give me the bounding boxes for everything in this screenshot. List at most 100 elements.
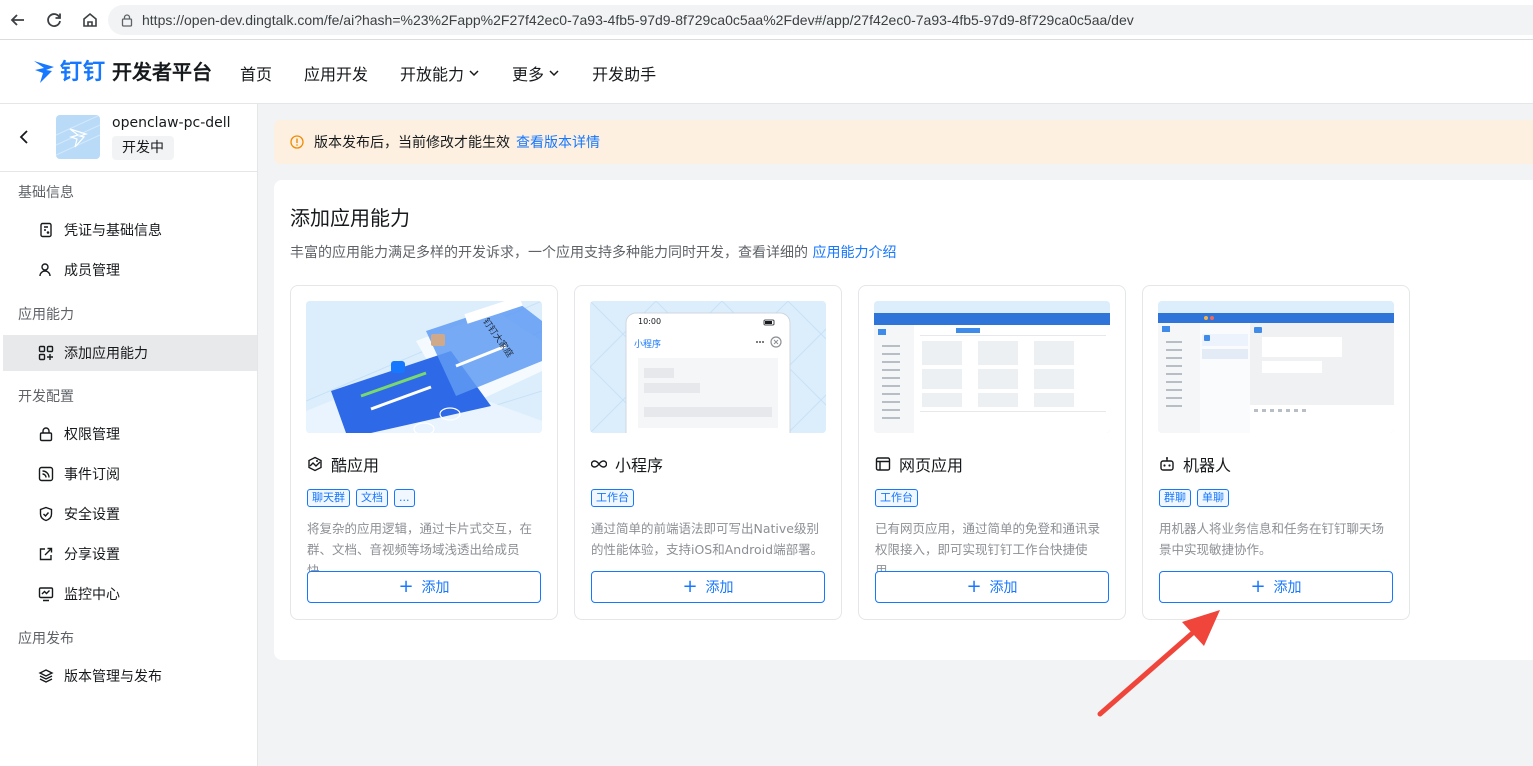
- user-icon: [39, 263, 51, 277]
- nav-dev-assistant[interactable]: 开发助手: [592, 61, 656, 85]
- sidebar-item-security[interactable]: 安全设置: [0, 496, 257, 532]
- info-circle-icon: [290, 135, 304, 149]
- nav-dev-assistant-label: 开发助手: [592, 65, 657, 84]
- shield-icon: [39, 506, 53, 522]
- nav-home[interactable]: 首页: [240, 61, 272, 85]
- sidebar-item-credentials[interactable]: 凭证与基础信息: [0, 212, 257, 248]
- capability-card-miniprogram[interactable]: 10:00 小程序 小程序 工作台 通过简单的前端语法即可写出Native级别的…: [574, 285, 842, 620]
- capability-card-cool-app[interactable]: 钉钉大家庭 酷应用 聊天群 文档 ... 将复杂的应用逻辑，通过卡片式交互，在群…: [290, 285, 558, 620]
- chevron-down-icon: [469, 70, 479, 77]
- plus-icon: +: [398, 576, 414, 597]
- plus-icon: +: [966, 576, 982, 597]
- capability-panel: 添加应用能力 丰富的应用能力满足多样的开发诉求，一个应用支持多种能力同时开发，查…: [274, 180, 1533, 660]
- plus-icon: +: [682, 576, 698, 597]
- capability-card-robot[interactable]: 机器人 群聊 单聊 用机器人将业务信息和任务在钉钉聊天场景中实现敏捷协作。 + …: [1142, 285, 1410, 620]
- add-button-label: 添加: [421, 580, 450, 596]
- home-icon[interactable]: [78, 8, 102, 32]
- sidebar-item-label: 安全设置: [64, 507, 120, 523]
- add-robot-button[interactable]: + 添加: [1159, 571, 1393, 603]
- address-bar[interactable]: https://open-dev.dingtalk.com/fe/ai?hash…: [108, 5, 1533, 35]
- group-dev-config: 开发配置: [18, 389, 74, 405]
- page-description: 丰富的应用能力满足多样的开发诉求，一个应用支持多种能力同时开发，查看详细的 应用…: [290, 242, 896, 262]
- group-release: 应用发布: [18, 631, 74, 647]
- dingtalk-logo-icon: [34, 61, 54, 83]
- card-title: 酷应用: [307, 452, 379, 476]
- back-arrow-icon[interactable]: [6, 8, 30, 32]
- nav-open-capability[interactable]: 开放能力: [400, 61, 480, 85]
- web-app-preview-image: [874, 301, 1110, 433]
- card-title: 机器人: [1159, 452, 1231, 476]
- add-button-label: 添加: [705, 580, 734, 596]
- nav-more[interactable]: 更多: [512, 61, 560, 85]
- app-status-badge: 开发中: [112, 136, 174, 160]
- sidebar-item-permissions[interactable]: 权限管理: [0, 416, 257, 452]
- web-app-icon: [875, 457, 891, 471]
- back-chevron-icon[interactable]: [16, 128, 34, 146]
- phone-time: 10:00: [638, 317, 662, 326]
- sidebar-item-events[interactable]: 事件订阅: [0, 456, 257, 492]
- phone-title: 小程序: [634, 340, 662, 350]
- sidebar-item-label: 凭证与基础信息: [64, 223, 162, 239]
- tag-list: 群聊 单聊: [1159, 489, 1235, 507]
- reload-icon[interactable]: [42, 8, 66, 32]
- top-header: 钉钉 开发者平台 首页 应用开发 开放能力 更多 开发助手: [0, 40, 1533, 104]
- tag-list: 聊天群 文档 ...: [307, 489, 421, 507]
- view-version-details-link[interactable]: 查看版本详情: [516, 132, 600, 152]
- card-title-text: 网页应用: [899, 456, 964, 475]
- sidebar-item-monitor[interactable]: 监控中心: [0, 576, 257, 612]
- group-capability: 应用能力: [18, 307, 74, 323]
- nav-app-dev[interactable]: 应用开发: [304, 61, 368, 85]
- nav-more-label: 更多: [512, 65, 545, 84]
- top-nav: 首页 应用开发 开放能力 更多 开发助手: [240, 61, 688, 85]
- sidebar-item-versions[interactable]: 版本管理与发布: [0, 658, 257, 694]
- card-title: 小程序: [591, 452, 663, 476]
- tag: 工作台: [875, 489, 918, 507]
- capability-card-web-app[interactable]: 网页应用 工作台 已有网页应用，通过简单的免登和通讯录权限接入，即可实现钉钉工作…: [858, 285, 1126, 620]
- card-description: 用机器人将业务信息和任务在钉钉聊天场景中实现敏捷协作。: [1159, 521, 1385, 557]
- app-header: openclaw-pc-dell 开发中: [0, 104, 258, 172]
- site-info-icon[interactable]: [120, 13, 134, 27]
- capability-intro-link[interactable]: 应用能力介绍: [812, 245, 896, 261]
- tag: 群聊: [1159, 489, 1191, 507]
- add-button-label: 添加: [1273, 580, 1302, 596]
- logo-text: 钉钉: [60, 60, 107, 85]
- add-button-label: 添加: [989, 580, 1018, 596]
- add-cool-app-button[interactable]: + 添加: [307, 571, 541, 603]
- sidebar-item-label: 权限管理: [64, 427, 120, 443]
- app-name: openclaw-pc-dell: [112, 115, 231, 131]
- card-title: 网页应用: [875, 452, 963, 476]
- browser-toolbar: https://open-dev.dingtalk.com/fe/ai?hash…: [0, 0, 1533, 40]
- add-miniprogram-button[interactable]: + 添加: [591, 571, 825, 603]
- nav-open-capability-label: 开放能力: [400, 65, 465, 84]
- sidebar: openclaw-pc-dell 开发中 基础信息 凭证与基础信息 成员管理 应…: [0, 104, 258, 766]
- plus-icon: +: [1250, 576, 1266, 597]
- platform-title: 开发者平台: [112, 59, 213, 84]
- robot-preview-image: [1158, 301, 1394, 433]
- document-icon: [40, 222, 52, 238]
- notice-text: 版本发布后，当前修改才能生效: [314, 135, 510, 151]
- lock-icon: [39, 427, 53, 442]
- miniprogram-icon: [591, 460, 607, 468]
- card-description: 通过简单的前端语法即可写出Native级别的性能体验，支持iOS和Android…: [591, 521, 824, 557]
- chevron-down-icon: [549, 70, 559, 77]
- sidebar-item-label: 成员管理: [64, 263, 120, 279]
- grid-add-icon: [38, 345, 54, 361]
- app-avatar: [56, 115, 100, 159]
- sidebar-item-members[interactable]: 成员管理: [0, 252, 257, 288]
- sidebar-item-add-capability[interactable]: 添加应用能力: [3, 335, 257, 371]
- group-basic-info: 基础信息: [18, 185, 74, 201]
- layers-icon: [38, 669, 54, 683]
- sidebar-item-label: 监控中心: [64, 587, 120, 603]
- tag-more[interactable]: ...: [394, 489, 415, 507]
- robot-icon: [1160, 457, 1174, 471]
- logo[interactable]: 钉钉 开发者平台: [32, 54, 212, 86]
- add-web-app-button[interactable]: + 添加: [875, 571, 1109, 603]
- nav-app-dev-label: 应用开发: [304, 65, 369, 84]
- url-text[interactable]: https://open-dev.dingtalk.com/fe/ai?hash…: [142, 12, 1134, 28]
- card-title-text: 小程序: [615, 456, 664, 475]
- tag: 单聊: [1197, 489, 1229, 507]
- sidebar-item-share[interactable]: 分享设置: [0, 536, 257, 572]
- page-title: 添加应用能力: [290, 206, 410, 230]
- sidebar-item-label: 添加应用能力: [64, 346, 148, 362]
- sidebar-item-label: 事件订阅: [64, 467, 120, 483]
